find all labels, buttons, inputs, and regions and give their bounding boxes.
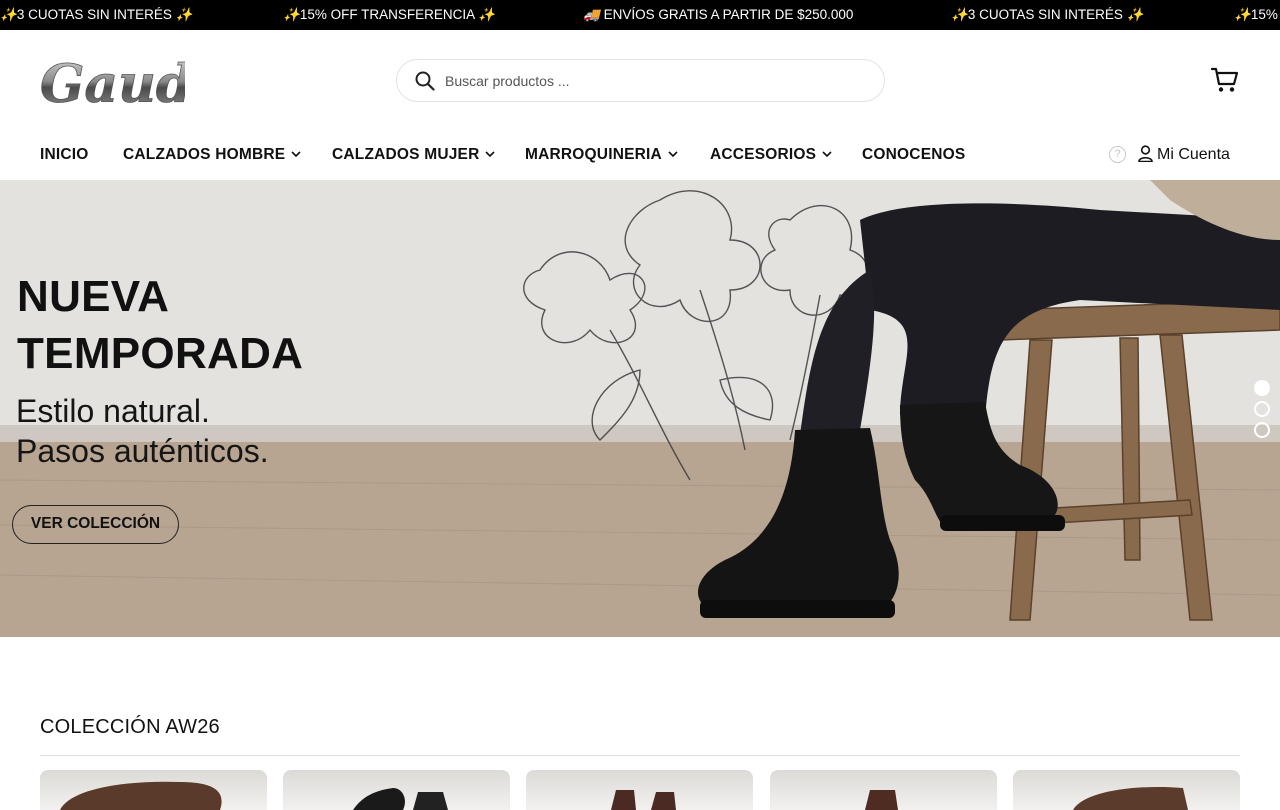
view-collection-button[interactable]: VER COLECCIÓN xyxy=(12,505,179,544)
hero-title: NUEVA TEMPORADA xyxy=(17,272,304,378)
product-image xyxy=(1073,786,1188,810)
brand-logo[interactable]: Gaudi xyxy=(40,52,213,116)
product-card[interactable] xyxy=(1013,770,1240,810)
announcement-item: ✨3 CUOTAS SIN INTERÉS ✨ xyxy=(0,7,193,22)
cart-button[interactable] xyxy=(1210,67,1239,98)
main-nav: INICIO CALZADOS HOMBRE CALZADOS MUJER MA… xyxy=(0,130,1280,180)
product-card[interactable] xyxy=(283,770,510,810)
chevron-down-icon xyxy=(668,151,678,157)
product-card[interactable] xyxy=(526,770,753,810)
help-icon[interactable]: ? xyxy=(1109,146,1126,163)
cart-icon xyxy=(1210,67,1239,92)
product-image xyxy=(611,790,676,810)
nav-item-calzados-mujer[interactable]: CALZADOS MUJER xyxy=(332,146,496,164)
chevron-down-icon xyxy=(291,151,301,157)
svg-text:Gaudi: Gaudi xyxy=(40,54,185,110)
nav-item-calzados-hombre[interactable]: CALZADOS HOMBRE xyxy=(123,146,301,164)
product-card[interactable] xyxy=(770,770,997,810)
nav-item-inicio[interactable]: INICIO xyxy=(40,146,89,164)
section-divider xyxy=(40,755,1240,756)
announcement-bar: ✨3 CUOTAS SIN INTERÉS ✨ ✨15% OFF TRANSFE… xyxy=(0,0,1280,30)
nav-item-accesorios[interactable]: ACCESORIOS xyxy=(710,146,832,164)
site-header: Gaudi xyxy=(0,30,1280,130)
product-image xyxy=(865,790,898,810)
announcement-item: ✨3 CUOTAS SIN INTERÉS ✨ xyxy=(951,7,1144,22)
chevron-down-icon xyxy=(485,151,496,157)
nav-item-conocenos[interactable]: CONOCENOS xyxy=(862,146,965,164)
product-image xyxy=(60,781,222,810)
collection-title: COLECCIÓN AW26 xyxy=(40,716,220,738)
hero-banner: NUEVA TEMPORADA Estilo natural. Pasos au… xyxy=(0,180,1280,637)
chevron-down-icon xyxy=(822,151,832,157)
hero-subtitle: Estilo natural. Pasos auténticos. xyxy=(16,393,269,469)
gaudi-logo-icon: Gaudi xyxy=(40,54,213,116)
nav-item-marroquineria[interactable]: MARROQUINERIA xyxy=(525,146,678,164)
my-account-link[interactable]: Mi Cuenta xyxy=(1138,145,1230,164)
search-input[interactable] xyxy=(445,70,865,92)
search-icon[interactable] xyxy=(415,71,435,91)
search-bar[interactable] xyxy=(396,59,885,102)
truck-icon: 🚚 xyxy=(583,7,600,22)
announcement-item: ✨15% OFF TRANSFERENCIA ✨ xyxy=(283,7,495,22)
product-image xyxy=(353,788,448,810)
product-card[interactable] xyxy=(40,770,267,810)
user-icon xyxy=(1138,145,1153,163)
slider-dot-2[interactable] xyxy=(1254,401,1270,417)
announcement-item: 🚚 ENVÍOS GRATIS A PARTIR DE $250.000 xyxy=(583,7,854,22)
announcement-item: ✨15% O xyxy=(1234,7,1280,22)
slider-dot-1[interactable] xyxy=(1254,380,1270,396)
slider-dot-3[interactable] xyxy=(1254,422,1270,438)
